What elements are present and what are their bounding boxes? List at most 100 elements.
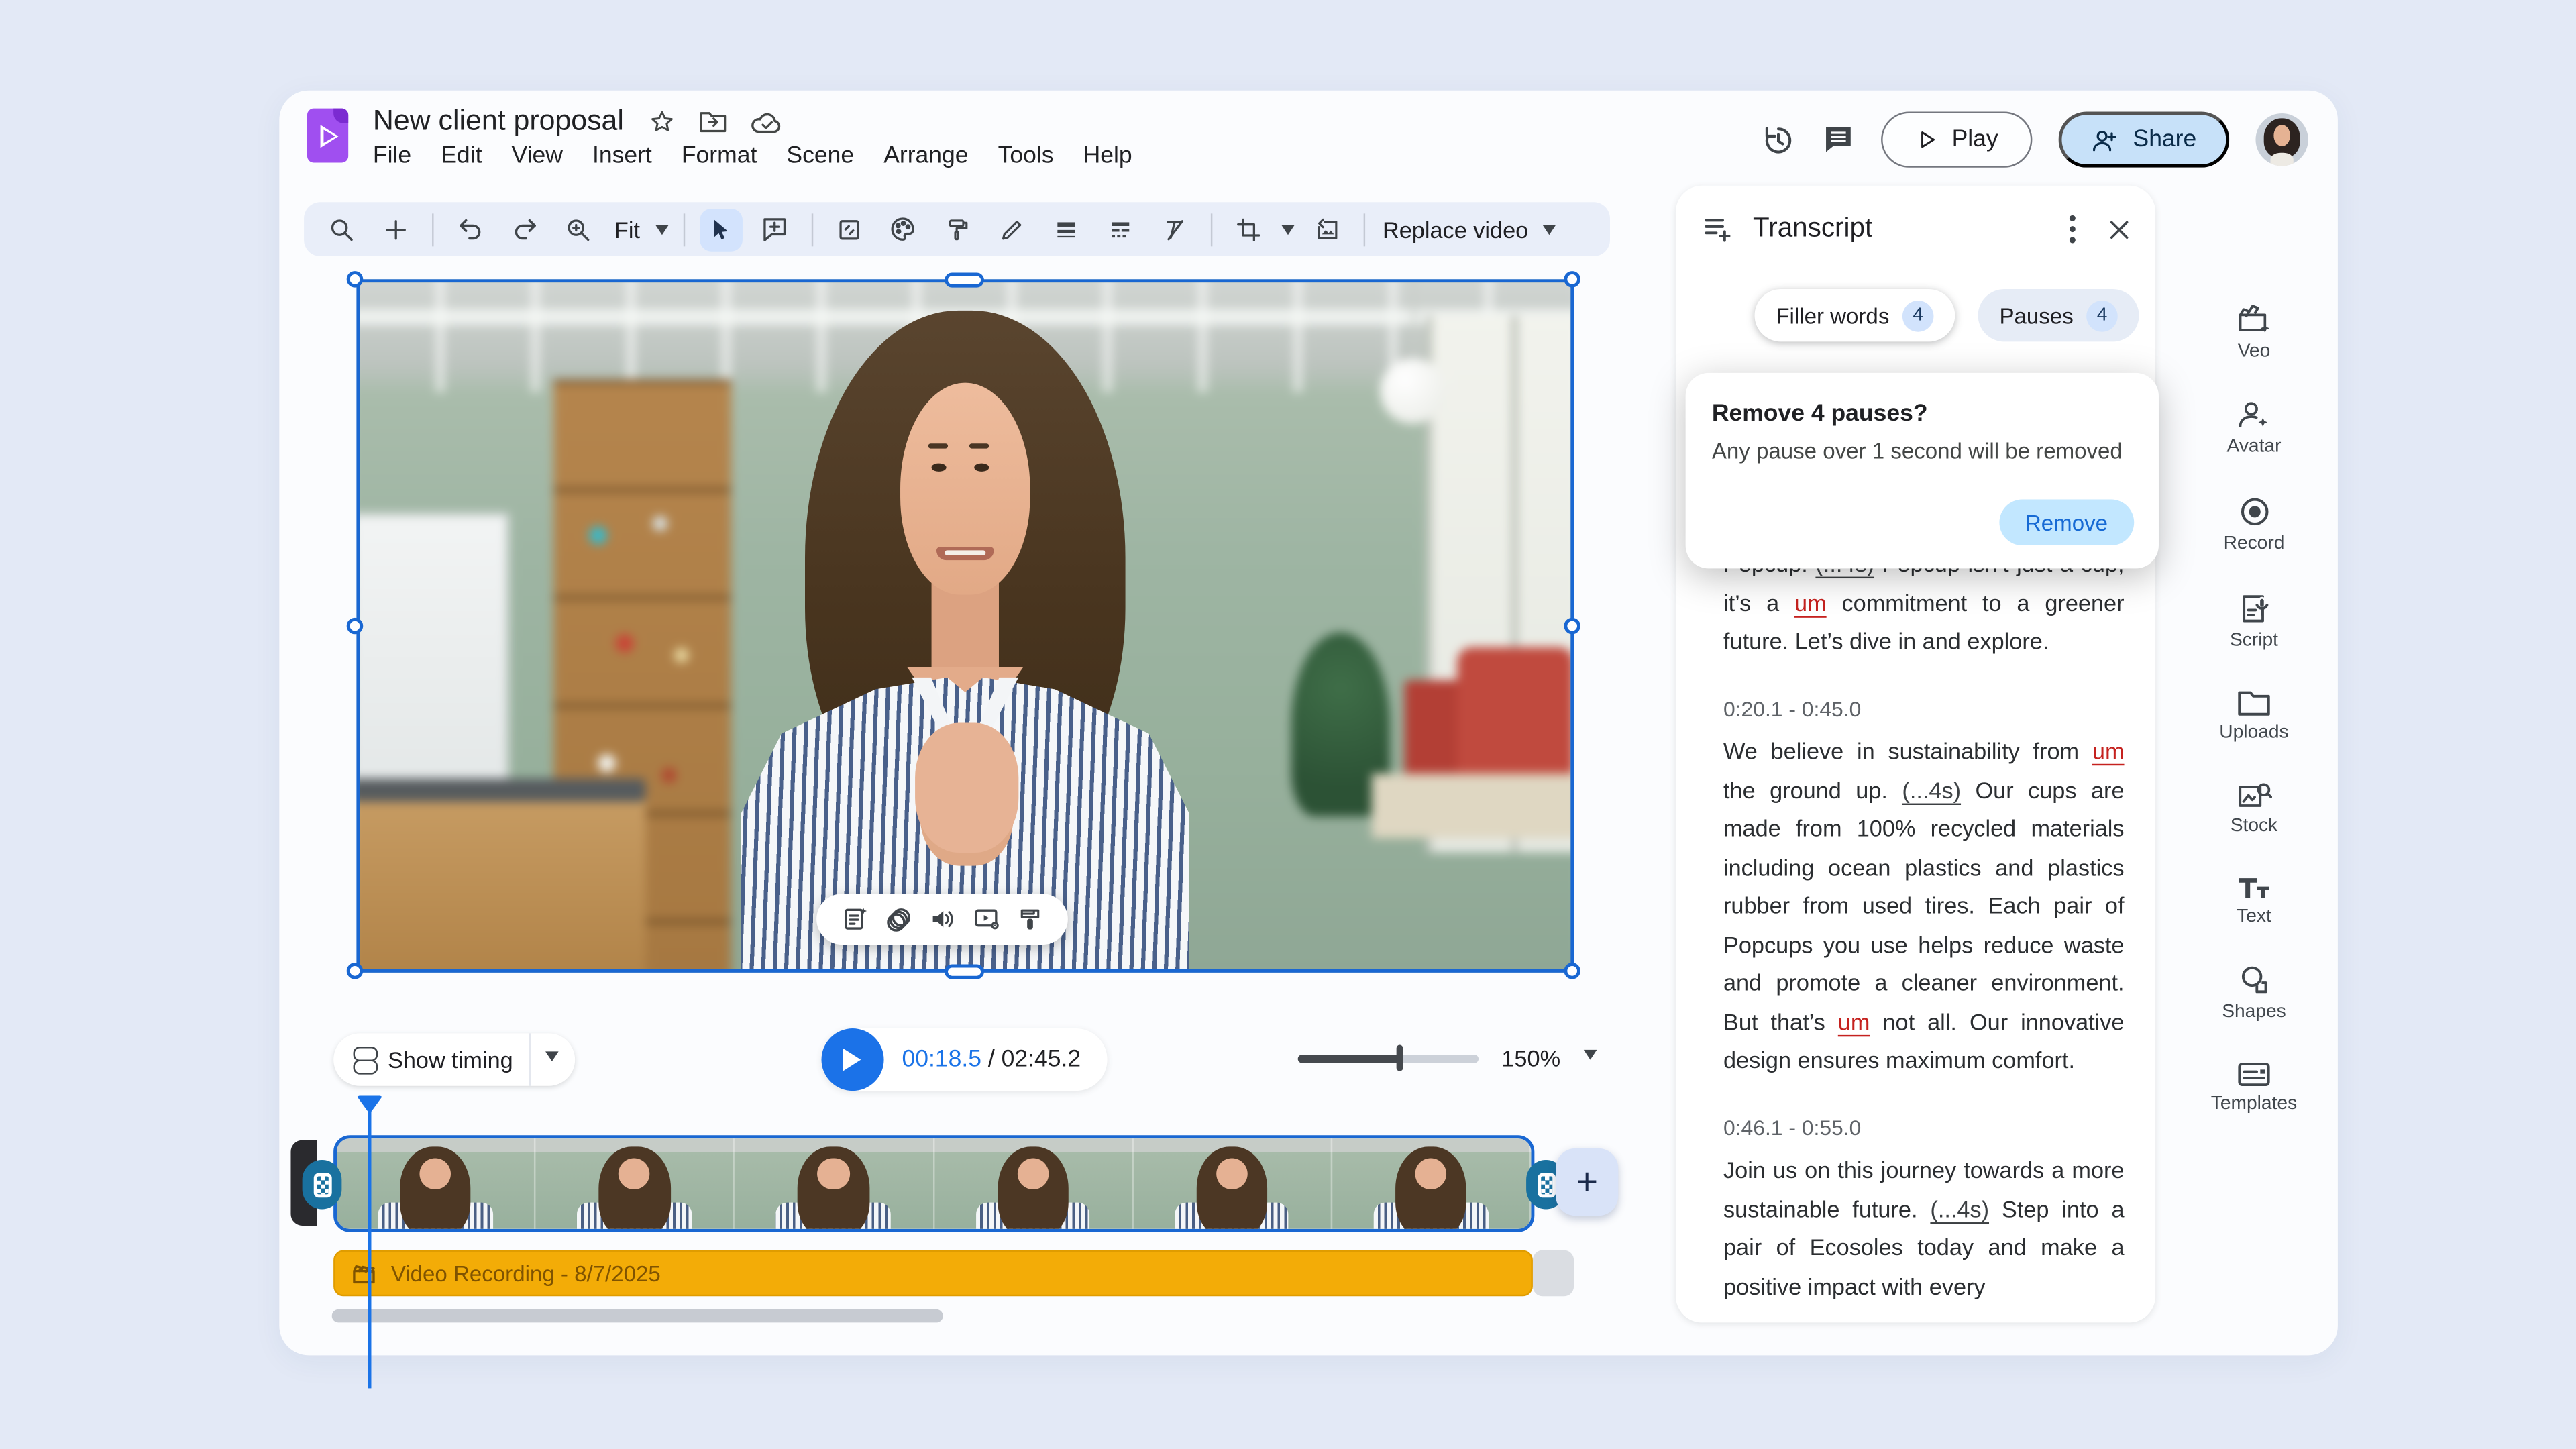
tab-filler-words[interactable]: Filler words 4 — [1755, 289, 1955, 341]
add-scene-button[interactable]: + — [1556, 1148, 1618, 1216]
trim-handle-left[interactable] — [303, 1160, 342, 1209]
menu-arrange[interactable]: Arrange — [883, 143, 968, 169]
version-history-icon[interactable] — [1761, 122, 1795, 156]
rail-item-label: Shapes — [2222, 1002, 2286, 1022]
crop-caret-icon[interactable] — [1281, 225, 1294, 241]
summarize-icon[interactable] — [841, 905, 869, 933]
resize-handle-left[interactable] — [347, 618, 363, 634]
playback-cluster: 00:18.5 / 02:45.2 — [821, 1028, 1107, 1091]
volume-icon[interactable] — [929, 905, 957, 933]
rail-item-label: Script — [2230, 631, 2278, 650]
replace-image-icon[interactable] — [1305, 208, 1348, 251]
audio-track[interactable]: Video Recording - 8/7/2025 — [333, 1250, 1533, 1297]
menu-file[interactable]: File — [373, 143, 411, 169]
video-canvas[interactable] — [356, 279, 1574, 972]
line-weight-icon[interactable] — [1044, 208, 1087, 251]
resize-handle-right[interactable] — [1564, 618, 1580, 634]
remove-button[interactable]: Remove — [1999, 499, 2135, 545]
resize-handle-bottom-right[interactable] — [1564, 963, 1580, 979]
share-button[interactable]: Share — [2059, 112, 2229, 168]
transcript-section: 0:46.1 - 0:55.0Join us on this journey t… — [1723, 1108, 2125, 1306]
comments-icon[interactable] — [1822, 123, 1855, 156]
current-time: 00:18.5 — [902, 1046, 981, 1073]
menu-tools[interactable]: Tools — [998, 143, 1054, 169]
menu-scene[interactable]: Scene — [786, 143, 854, 169]
style-brush-icon[interactable] — [1018, 905, 1044, 933]
filler-word[interactable]: um — [2092, 738, 2125, 764]
vids-app-icon[interactable] — [307, 109, 348, 163]
playhead-line — [368, 1111, 371, 1389]
rail-item-uploads[interactable]: Uploads — [2172, 688, 2337, 743]
border-color-icon[interactable] — [990, 208, 1033, 251]
rail-item-shapes[interactable]: Shapes — [2172, 965, 2337, 1022]
rail-item-script[interactable]: Script — [2172, 592, 2337, 651]
add-comment-icon[interactable] — [753, 208, 796, 251]
timeline-zoom-value[interactable]: 150% — [1501, 1045, 1560, 1071]
clear-format-icon[interactable] — [1152, 208, 1195, 251]
zoom-icon[interactable] — [557, 208, 600, 251]
video-still — [360, 282, 1570, 969]
rail-item-veo[interactable]: Veo — [2172, 304, 2337, 362]
timeline-zoom-slider[interactable] — [1298, 1045, 1479, 1071]
rail-item-stock[interactable]: Stock — [2172, 780, 2337, 836]
pause-marker[interactable]: (...4s) — [1902, 776, 1961, 802]
fill-color-icon[interactable] — [881, 208, 924, 251]
resize-handle-top-left[interactable] — [347, 271, 363, 287]
redo-icon[interactable] — [502, 208, 545, 251]
replace-video-button[interactable]: Replace video — [1379, 216, 1532, 242]
show-timing-caret-icon[interactable] — [546, 1051, 559, 1067]
resize-frame-icon[interactable] — [827, 208, 870, 251]
timeline-video-clip[interactable] — [333, 1135, 1534, 1232]
kebab-menu-icon[interactable] — [2068, 213, 2076, 245]
resize-handle-top[interactable] — [945, 273, 984, 288]
audio-track-overflow — [1533, 1250, 1574, 1297]
menu-format[interactable]: Format — [682, 143, 757, 169]
pause-marker[interactable]: (...4s) — [1930, 1195, 1989, 1222]
resize-handle-bottom-left[interactable] — [347, 963, 363, 979]
filler-word[interactable]: um — [1838, 1008, 1870, 1034]
undo-icon[interactable] — [449, 208, 492, 251]
rail-item-text[interactable]: Text — [2172, 874, 2337, 926]
cloud-saved-icon[interactable] — [751, 109, 784, 134]
rail-item-label: Templates — [2211, 1094, 2297, 1114]
timeline-play-button[interactable] — [821, 1028, 883, 1091]
resize-handle-top-right[interactable] — [1564, 271, 1580, 287]
fit-zoom-select[interactable]: Fit — [611, 216, 643, 242]
clip-thumbnail — [536, 1138, 735, 1229]
move-folder-icon[interactable] — [698, 109, 728, 135]
document-title[interactable]: New client proposal — [373, 103, 624, 138]
add-icon[interactable] — [374, 208, 417, 251]
playback-settings-icon[interactable] — [972, 905, 1002, 933]
rail-item-avatar[interactable]: Avatar — [2172, 399, 2337, 457]
play-button[interactable]: Play — [1881, 112, 2033, 168]
rail-item-record[interactable]: Record — [2172, 494, 2337, 553]
star-icon[interactable] — [649, 109, 675, 135]
paint-roller-icon[interactable] — [936, 208, 979, 251]
loop-rings-icon[interactable] — [884, 904, 914, 934]
replace-video-caret-icon[interactable] — [1543, 225, 1556, 241]
menu-help[interactable]: Help — [1083, 143, 1132, 169]
line-dash-icon[interactable] — [1098, 208, 1141, 251]
rail-item-templates[interactable]: Templates — [2172, 1060, 2337, 1114]
filler-word[interactable]: um — [1794, 589, 1827, 615]
total-time: 02:45.2 — [1002, 1046, 1081, 1073]
crop-icon[interactable] — [1226, 208, 1269, 251]
script-icon — [2237, 592, 2271, 626]
show-timing-button[interactable]: Show timing — [333, 1033, 576, 1085]
timeline-scrollbar[interactable] — [332, 1309, 943, 1323]
zoom-caret-icon[interactable] — [1583, 1050, 1597, 1066]
transcript-tabs: Filler words 4 Pauses 4 — [1755, 289, 2139, 341]
tab-pauses[interactable]: Pauses 4 — [1978, 289, 2139, 341]
close-icon[interactable] — [2106, 216, 2133, 242]
resize-handle-bottom[interactable] — [945, 965, 984, 979]
menu-edit[interactable]: Edit — [441, 143, 482, 169]
account-avatar[interactable] — [2255, 113, 2308, 166]
rail-item-label: Stock — [2231, 816, 2277, 836]
video-controls-bar — [816, 894, 1068, 945]
select-tool-icon[interactable] — [699, 208, 742, 251]
fit-caret-icon[interactable] — [655, 225, 668, 241]
transcript-icon — [1702, 215, 1733, 244]
menu-insert[interactable]: Insert — [592, 143, 652, 169]
menu-view[interactable]: View — [512, 143, 563, 169]
search-icon[interactable] — [321, 208, 364, 251]
